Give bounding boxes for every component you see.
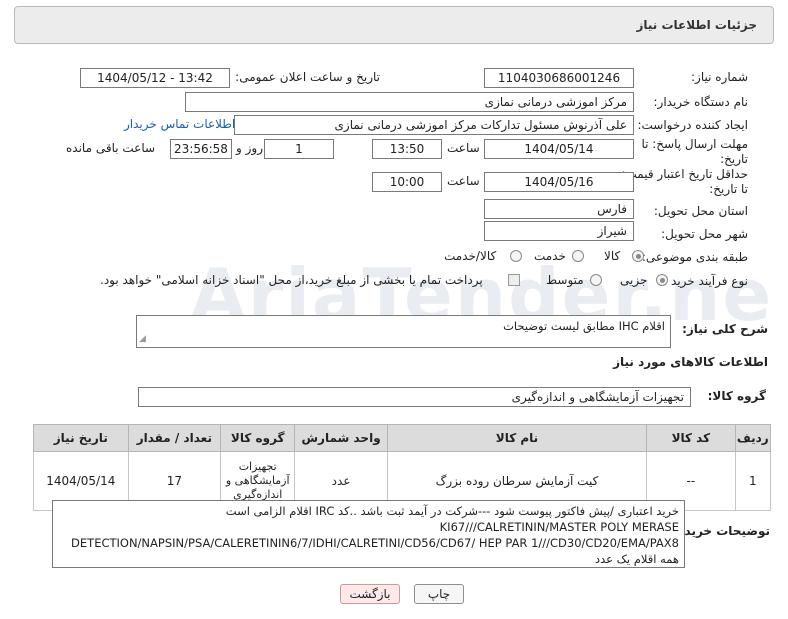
province-label: استان محل تحویل: — [653, 204, 748, 218]
description-text: اقلام IHC مطابق لیست توضیحات — [503, 319, 665, 333]
need-number-label: شماره نیاز: — [691, 70, 748, 84]
col-group: گروه کالا — [220, 424, 296, 452]
province-field: فارس — [484, 199, 634, 219]
category-label: طبقه بندی موضوعی: — [641, 250, 748, 264]
validity-time-field: 10:00 — [372, 172, 442, 192]
category-radio-service[interactable] — [572, 250, 584, 262]
goods-group-field: تجهیزات آزمایشگاهی و اندازه‌گیری — [138, 387, 691, 407]
buyer-org-label: نام دستگاه خریدار: — [653, 95, 749, 109]
buyer-contact-link[interactable]: اطلاعات تماس خریدار — [124, 117, 235, 131]
deadline-label-date: تاریخ: — [720, 152, 748, 166]
process-option-minor: جزیی — [620, 273, 648, 287]
process-radio-minor[interactable] — [656, 274, 668, 286]
col-unit: واحد شمارش — [294, 424, 388, 452]
city-field: شیراز — [484, 221, 634, 241]
goods-section-title: اطلاعات کالاهای مورد نیاز — [613, 355, 768, 369]
days-remaining-field: 1 — [264, 139, 334, 159]
print-button[interactable]: چاپ — [414, 584, 464, 604]
col-index: ردیف — [734, 424, 772, 452]
deadline-date-field: 1404/05/14 — [484, 139, 634, 159]
treasury-checkbox[interactable] — [508, 274, 520, 286]
col-date: تاریخ نیاز — [33, 424, 129, 452]
remaining-time-field: 23:56:58 — [170, 139, 232, 159]
process-option-medium: متوسط — [546, 273, 584, 287]
requester-field: علی آذرنوش مسئول تداركات مركز اموزشی درم… — [234, 115, 634, 135]
deadline-label: مهلت ارسال پاسخ: تا — [641, 137, 748, 151]
category-option-goods: کالا — [604, 249, 621, 263]
description-label: شرح کلی نیاز: — [682, 322, 768, 336]
days-label: روز و — [236, 141, 263, 155]
process-radio-medium[interactable] — [590, 274, 602, 286]
buyer-org-field: مرکز اموزشی درمانی نمازی — [185, 92, 634, 112]
treasury-note: پرداخت تمام یا بخشی از مبلغ خرید،از محل … — [100, 273, 483, 287]
resize-handle-icon[interactable]: ◢ — [139, 331, 146, 347]
remaining-time-label: ساعت باقی مانده — [66, 141, 156, 155]
deadline-time-label: ساعت — [447, 141, 480, 155]
description-field: اقلام IHC مطابق لیست توضیحات ◢ — [136, 315, 671, 348]
category-radio-goods[interactable] — [632, 250, 644, 262]
col-name: نام کالا — [386, 424, 648, 452]
category-radio-goods-service[interactable] — [510, 250, 522, 262]
page-header: جزئیات اطلاعات نیاز — [14, 6, 774, 44]
validity-time-label: ساعت — [447, 174, 480, 188]
page-title: جزئیات اطلاعات نیاز — [636, 18, 757, 32]
buyer-notes-line-1: خرید اعتباری /پیش فاکتور پیوست شود ---شر… — [225, 504, 679, 518]
process-label: نوع فرآیند خرید : — [663, 274, 748, 288]
category-option-goods-service: کالا/خدمت — [444, 249, 497, 263]
category-option-service: خدمت — [534, 249, 566, 263]
goods-table: ردیف کد کالا نام کالا واحد شمارش گروه کا… — [33, 424, 772, 511]
deadline-time-field: 13:50 — [372, 139, 442, 159]
need-number-field: 1104030686001246 — [484, 68, 634, 88]
requester-label: ایجاد کننده درخواست: — [637, 118, 748, 132]
row-index: 1 — [734, 451, 772, 511]
validity-label: حداقل تاریخ اعتبار قیمت: — [621, 167, 748, 181]
goods-group-label: گروه کالا: — [707, 389, 766, 403]
validity-label-date: تا تاریخ: — [709, 182, 748, 196]
announce-label: تاریخ و ساعت اعلان عمومی: — [235, 70, 380, 84]
table-header-row: ردیف کد کالا نام کالا واحد شمارش گروه کا… — [33, 424, 772, 452]
col-code: کد کالا — [646, 424, 736, 452]
validity-date-field: 1404/05/16 — [484, 172, 634, 192]
buyer-notes-line-4: همه اقلام یک عدد — [594, 552, 679, 566]
announce-date-field: 1404/05/12 - 13:42 — [80, 68, 230, 88]
city-label: شهر محل تحویل: — [661, 227, 748, 241]
back-button[interactable]: بازگشت — [340, 584, 400, 604]
col-qty: تعداد / مقدار — [127, 424, 222, 452]
buyer-notes-line-3: DETECTION/NAPSIN/PSA/CALERETININ6/7/IDHI… — [71, 536, 679, 550]
buyer-notes-field: خرید اعتباری /پیش فاکتور پیوست شود ---شر… — [52, 500, 685, 568]
buyer-notes-line-2: KI67///CALRETININ/MASTER POLY MERASE — [439, 520, 679, 534]
